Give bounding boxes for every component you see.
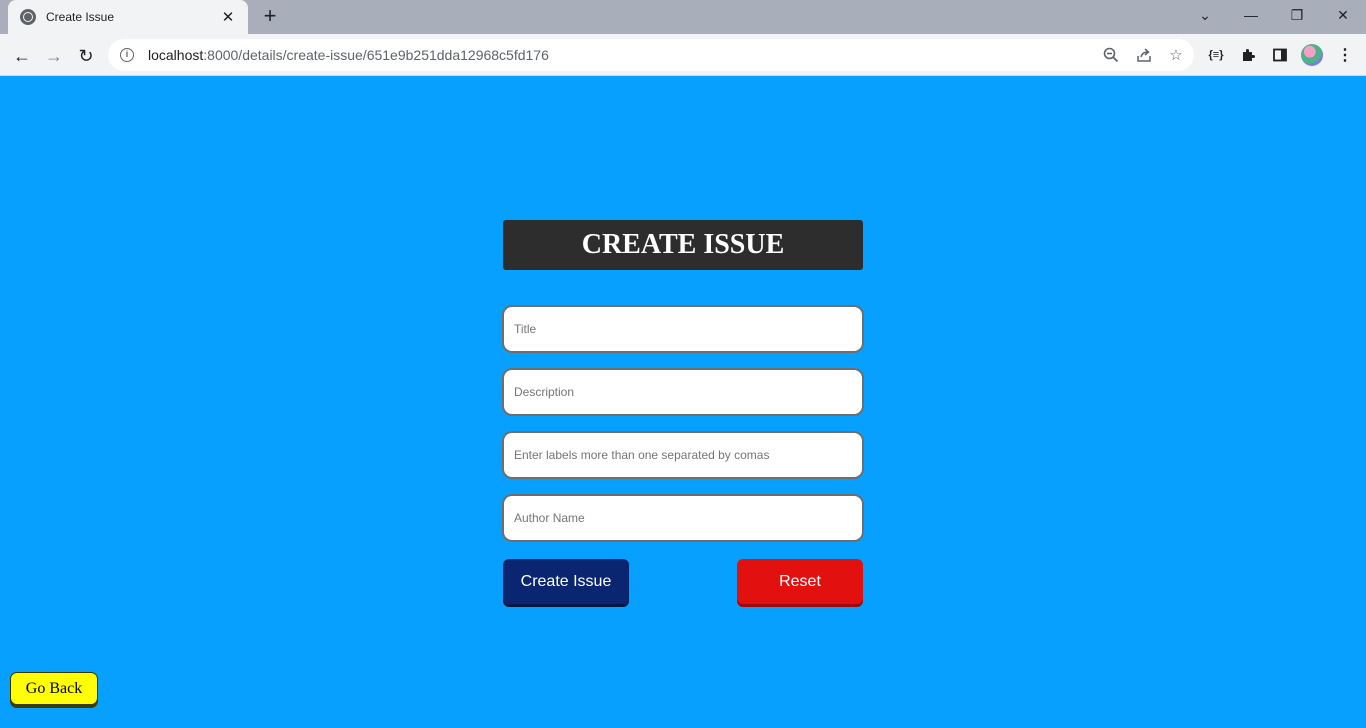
tab-title: Create Issue (46, 10, 115, 24)
tab-close-icon[interactable]: ✕ (220, 8, 236, 26)
url-path: :8000/details/create-issue/651e9b251dda1… (203, 47, 549, 63)
info-icon[interactable]: i (120, 48, 134, 62)
sidepanel-icon[interactable] (1269, 44, 1291, 66)
restore-icon[interactable]: ❐ (1274, 0, 1320, 30)
reload-icon[interactable]: ↻ (72, 42, 100, 70)
share-icon[interactable] (1134, 45, 1154, 65)
avatar[interactable] (1301, 44, 1323, 66)
browser-toolbar: ← → ↻ i localhost:8000/details/create-is… (0, 34, 1366, 76)
create-issue-button[interactable]: Create Issue (503, 559, 629, 604)
author-input[interactable] (502, 494, 864, 542)
reset-button[interactable]: Reset (737, 559, 863, 604)
tab-search-icon[interactable]: ⌄ (1182, 0, 1228, 30)
new-tab-button[interactable]: + (258, 4, 282, 28)
browser-tab[interactable]: Create Issue ✕ (8, 0, 248, 34)
close-window-icon[interactable]: ✕ (1320, 0, 1366, 30)
menu-icon[interactable]: ⋮ (1334, 44, 1356, 66)
title-input[interactable] (502, 305, 864, 353)
tab-strip: Create Issue ✕ + ⌄ — ❐ ✕ (0, 0, 1366, 34)
globe-icon (20, 9, 36, 25)
url-text[interactable]: localhost:8000/details/create-issue/651e… (148, 47, 549, 63)
star-icon[interactable]: ☆ (1166, 45, 1186, 65)
address-bar[interactable]: i localhost:8000/details/create-issue/65… (108, 39, 1194, 71)
labels-input[interactable] (502, 431, 864, 479)
json-ext-icon[interactable]: {≡} (1205, 44, 1227, 66)
puzzle-icon[interactable] (1237, 44, 1259, 66)
description-input[interactable] (502, 368, 864, 416)
page-title: CREATE ISSUE (503, 220, 863, 270)
minimize-icon[interactable]: — (1228, 0, 1274, 30)
back-icon[interactable]: ← (8, 42, 36, 70)
zoom-icon[interactable] (1101, 45, 1121, 65)
go-back-button[interactable]: Go Back (10, 672, 98, 705)
forward-icon[interactable]: → (40, 42, 68, 70)
url-host: localhost (148, 47, 204, 63)
create-issue-form: CREATE ISSUE Create Issue Reset (502, 220, 864, 604)
